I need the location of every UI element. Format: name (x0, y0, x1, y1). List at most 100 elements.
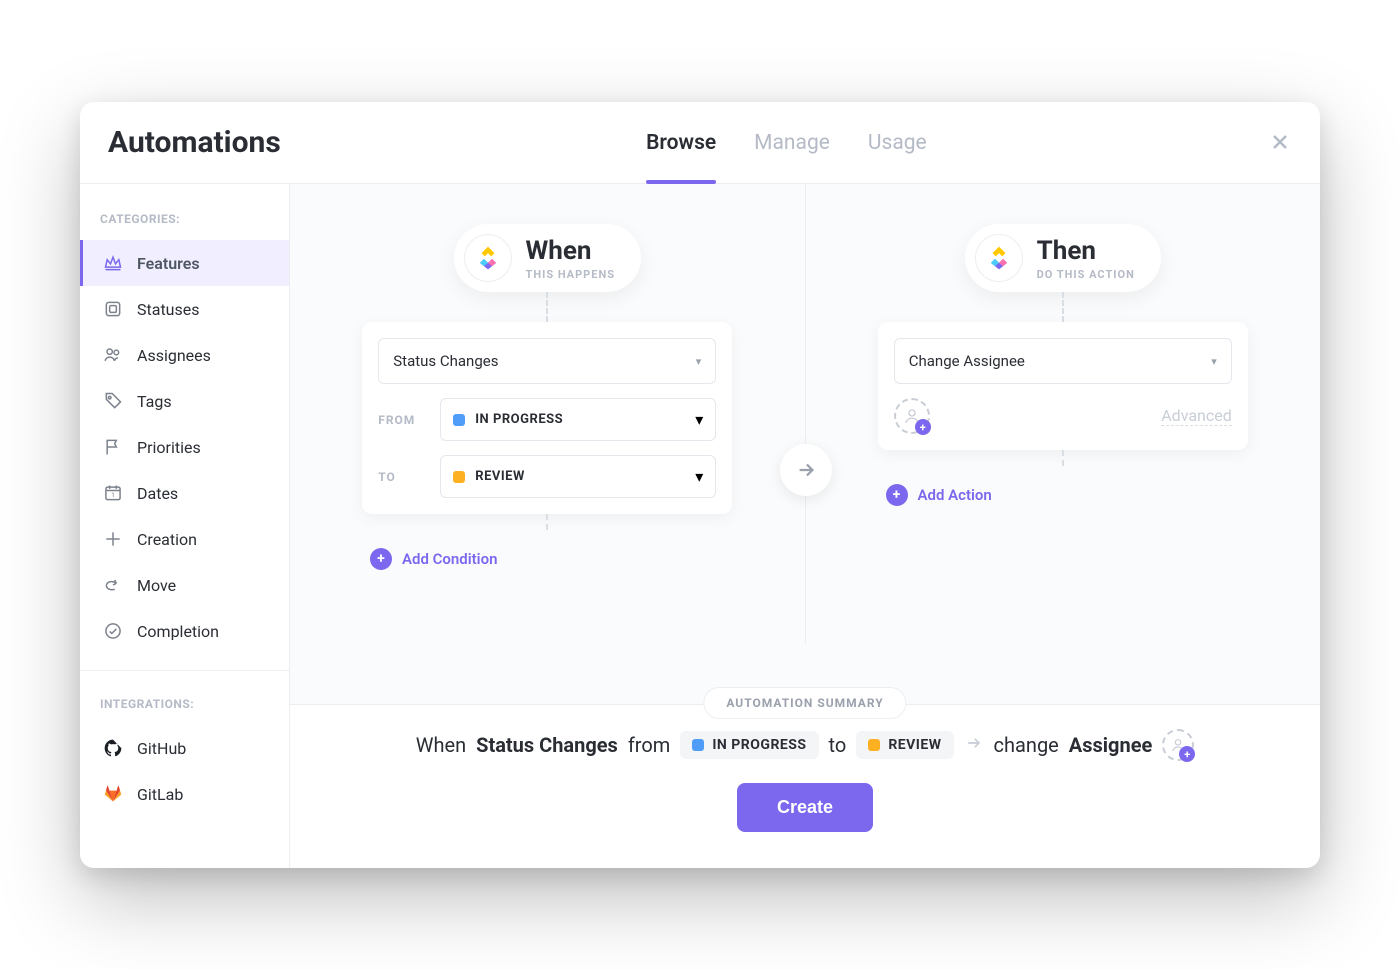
automation-summary: AUTOMATION SUMMARY When Status Changes f… (290, 704, 1320, 868)
sidebar-categories-title: CATEGORIES: (80, 202, 289, 240)
sidebar-item-github[interactable]: GitHub (80, 725, 289, 771)
sidebar-item-label: Priorities (137, 438, 201, 457)
clickup-logo-icon (464, 234, 512, 282)
summary-when-word: When (416, 733, 466, 757)
automation-builder: When THIS HAPPENS Status Changes ▾ FROM (290, 184, 1320, 704)
summary-from-pill: IN PROGRESS (680, 731, 818, 759)
plus-badge-icon: + (915, 419, 931, 435)
when-header: When THIS HAPPENS (454, 224, 641, 292)
then-header: Then DO THIS ACTION (965, 224, 1161, 292)
sidebar-item-move[interactable]: Move (80, 562, 289, 608)
when-column: When THIS HAPPENS Status Changes ▾ FROM (290, 224, 805, 644)
summary-text: When Status Changes from IN PROGRESS to … (318, 729, 1292, 761)
sidebar-item-gitlab[interactable]: GitLab (80, 771, 289, 817)
summary-badge: AUTOMATION SUMMARY (703, 687, 906, 719)
close-button[interactable] (1264, 126, 1296, 158)
status-color-dot (692, 739, 704, 751)
when-title: When (526, 236, 615, 266)
close-icon (1270, 132, 1290, 152)
sidebar-integrations-title: INTEGRATIONS: (80, 687, 289, 725)
summary-from-word: from (628, 733, 670, 757)
modal-title: Automations (108, 125, 281, 160)
add-assignee-button[interactable]: + (894, 398, 930, 434)
sidebar-item-creation[interactable]: Creation (80, 516, 289, 562)
plus-badge-icon: + (886, 484, 908, 506)
then-column: Then DO THIS ACTION Change Assignee ▾ (806, 224, 1321, 644)
summary-to-status: REVIEW (888, 737, 941, 753)
sidebar-item-completion[interactable]: Completion (80, 608, 289, 654)
then-subtitle: DO THIS ACTION (1037, 268, 1135, 281)
add-condition-label: Add Condition (402, 550, 497, 568)
sidebar: CATEGORIES: Features Statuses Assignees (80, 184, 290, 868)
to-status-label: REVIEW (475, 469, 525, 484)
modal-body: CATEGORIES: Features Statuses Assignees (80, 184, 1320, 868)
chevron-down-icon: ▾ (1211, 355, 1217, 368)
plus-icon (103, 529, 123, 549)
action-label: Change Assignee (909, 352, 1025, 370)
status-color-dot (453, 471, 465, 483)
summary-assignee-button[interactable]: + (1162, 729, 1194, 761)
flow-arrow (780, 444, 832, 496)
gitlab-icon (103, 784, 123, 804)
advanced-link[interactable]: Advanced (1161, 406, 1232, 426)
sidebar-item-label: GitHub (137, 739, 186, 758)
sidebar-item-label: Tags (137, 392, 172, 411)
status-color-dot (868, 739, 880, 751)
plus-badge-icon: + (1179, 746, 1195, 762)
connector-line (1062, 450, 1064, 466)
tabs: Browse Manage Usage (646, 102, 927, 183)
connector-line (546, 292, 548, 322)
chevron-down-icon: ▾ (695, 410, 703, 429)
to-status-selector[interactable]: REVIEW ▾ (440, 455, 716, 498)
add-condition-button[interactable]: + Add Condition (370, 548, 497, 570)
svg-text:1: 1 (111, 491, 115, 499)
trigger-selector[interactable]: Status Changes ▾ (378, 338, 716, 384)
sidebar-item-features[interactable]: Features (80, 240, 289, 286)
main-area: When THIS HAPPENS Status Changes ▾ FROM (290, 184, 1320, 868)
plus-badge-icon: + (370, 548, 392, 570)
from-row: FROM IN PROGRESS ▾ (378, 398, 716, 441)
summary-what: Assignee (1069, 733, 1153, 757)
create-button[interactable]: Create (737, 783, 873, 832)
sidebar-divider (80, 670, 289, 671)
from-status-label: IN PROGRESS (475, 412, 563, 427)
sidebar-item-dates[interactable]: 1 Dates (80, 470, 289, 516)
check-circle-icon (103, 621, 123, 641)
action-selector[interactable]: Change Assignee ▾ (894, 338, 1232, 384)
tab-manage[interactable]: Manage (754, 102, 830, 183)
from-status-selector[interactable]: IN PROGRESS ▾ (440, 398, 716, 441)
summary-to-word: to (829, 733, 847, 757)
automations-modal: Automations Browse Manage Usage CATEGORI… (80, 102, 1320, 868)
summary-trigger: Status Changes (476, 733, 618, 757)
sidebar-item-label: GitLab (137, 785, 183, 804)
sidebar-item-priorities[interactable]: Priorities (80, 424, 289, 470)
tab-usage[interactable]: Usage (868, 102, 927, 183)
clickup-logo-icon (975, 234, 1023, 282)
share-icon (103, 575, 123, 595)
when-card: Status Changes ▾ FROM IN PROGRESS ▾ (362, 322, 732, 514)
connector-line (546, 514, 548, 530)
chevron-down-icon: ▾ (696, 355, 702, 368)
crown-icon (103, 253, 123, 273)
trigger-label: Status Changes (393, 352, 498, 370)
add-action-label: Add Action (918, 486, 992, 504)
sidebar-item-label: Dates (137, 484, 178, 503)
sidebar-item-label: Assignees (137, 346, 211, 365)
sidebar-item-assignees[interactable]: Assignees (80, 332, 289, 378)
sidebar-item-tags[interactable]: Tags (80, 378, 289, 424)
connector-line (1062, 292, 1064, 322)
sidebar-item-label: Creation (137, 530, 197, 549)
arrow-right-icon (795, 459, 817, 481)
add-action-button[interactable]: + Add Action (886, 484, 992, 506)
then-card: Change Assignee ▾ + Advanced (878, 322, 1248, 450)
flag-icon (103, 437, 123, 457)
summary-from-status: IN PROGRESS (712, 737, 806, 753)
sidebar-item-statuses[interactable]: Statuses (80, 286, 289, 332)
from-label: FROM (378, 413, 426, 427)
github-icon (103, 738, 123, 758)
modal-header: Automations Browse Manage Usage (80, 102, 1320, 184)
arrow-right-icon (964, 733, 984, 758)
then-title: Then (1037, 236, 1135, 266)
tab-browse[interactable]: Browse (646, 102, 716, 183)
status-color-dot (453, 414, 465, 426)
